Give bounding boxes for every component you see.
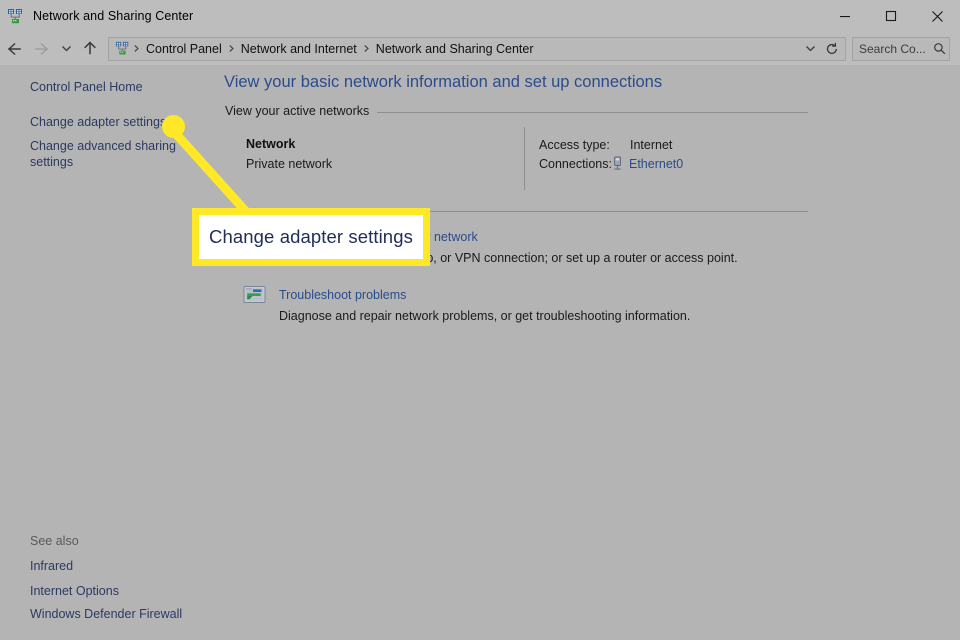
title-bar: Network and Sharing Center <box>0 0 960 32</box>
content-area: Control Panel Home Change adapter settin… <box>0 65 960 640</box>
network-columns-divider <box>524 127 525 190</box>
breadcrumb-item-network-and-sharing-center[interactable]: Network and Sharing Center <box>371 42 539 56</box>
page-title: View your basic network information and … <box>224 73 663 91</box>
access-type-value: Internet <box>630 138 673 152</box>
callout-anchor-dot <box>162 115 185 138</box>
window-title: Network and Sharing Center <box>33 9 194 23</box>
active-networks-heading: View your active networks <box>225 104 378 118</box>
breadcrumb-item-control-panel[interactable]: Control Panel <box>141 42 227 56</box>
back-arrow-icon[interactable] <box>0 36 28 62</box>
sidebar: Control Panel Home Change adapter settin… <box>0 65 216 640</box>
network-sharing-icon <box>7 8 24 25</box>
recent-locations-chevron-down-icon[interactable] <box>56 36 76 62</box>
desc-troubleshoot-problems: Diagnose and repair network problems, or… <box>279 309 691 323</box>
search-placeholder: Search Co... <box>859 41 926 56</box>
address-bar: Control Panel Network and Internet Netwo… <box>0 32 960 65</box>
connections-label: Connections: <box>539 157 612 171</box>
minimize-button[interactable] <box>822 0 868 32</box>
breadcrumb-separator-2[interactable] <box>362 44 371 53</box>
breadcrumb-item-network-and-internet[interactable]: Network and Internet <box>236 42 362 56</box>
connection-link-ethernet0[interactable]: Ethernet0 <box>629 157 683 171</box>
troubleshoot-icon <box>243 285 266 305</box>
network-name: Network <box>246 137 296 151</box>
callout-box-text: Change adapter settings <box>209 226 413 247</box>
breadcrumb-separator-0[interactable] <box>132 44 141 53</box>
access-type-label: Access type: <box>539 138 610 152</box>
network-sharing-center-window: Network and Sharing Center Control Panel… <box>0 0 960 640</box>
breadcrumb[interactable]: Control Panel Network and Internet Netwo… <box>108 36 846 61</box>
close-button[interactable] <box>914 0 960 32</box>
sidebar-item-internet-options[interactable]: Internet Options <box>30 583 119 599</box>
sidebar-item-change-adapter-settings[interactable]: Change adapter settings <box>30 114 166 130</box>
address-chevron-down-icon[interactable] <box>799 38 821 60</box>
sidebar-item-control-panel-home[interactable]: Control Panel Home <box>30 79 143 95</box>
search-icon[interactable] <box>929 42 949 55</box>
sidebar-item-change-advanced-sharing-settings[interactable]: Change advanced sharing settings <box>30 138 180 170</box>
refresh-icon[interactable] <box>821 38 843 60</box>
sidebar-item-windows-defender-firewall[interactable]: Windows Defender Firewall <box>30 606 182 622</box>
link-troubleshoot-problems[interactable]: Troubleshoot problems <box>279 288 406 302</box>
search-input[interactable]: Search Co... <box>852 36 950 61</box>
ethernet-plug-icon <box>611 156 624 171</box>
breadcrumb-separator-1[interactable] <box>227 44 236 53</box>
see-also-heading: See also <box>30 534 79 548</box>
window-controls <box>822 0 960 32</box>
network-type: Private network <box>246 157 333 171</box>
main-panel: View your basic network information and … <box>216 65 960 640</box>
sidebar-item-infrared[interactable]: Infrared <box>30 558 73 574</box>
maximize-button[interactable] <box>868 0 914 32</box>
callout-box: Change adapter settings <box>192 208 430 266</box>
forward-arrow-icon <box>28 36 56 62</box>
up-arrow-icon[interactable] <box>76 36 104 62</box>
breadcrumb-network-icon <box>115 41 130 56</box>
